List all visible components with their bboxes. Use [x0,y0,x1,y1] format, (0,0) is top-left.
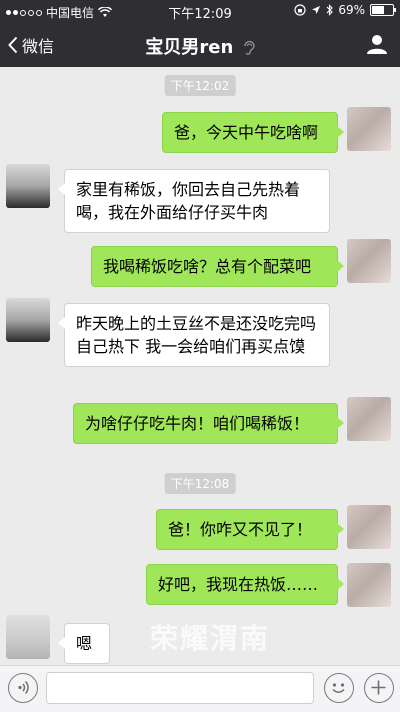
message-bubble-received[interactable]: 昨天晚上的土豆丝不是还没吃完吗 自己热下 我一会给咱们再买点馍 [58,303,330,367]
profile-button[interactable] [366,33,388,59]
timestamp: 下午12:08 [164,473,236,494]
more-options-button[interactable] [364,673,394,703]
chat-title-text: 宝贝男ren [145,37,234,58]
rotation-lock-icon [294,4,306,16]
emoji-button[interactable] [324,673,354,703]
bluetooth-icon [326,4,334,16]
message-bubble-sent[interactable]: 爸！你咋又不见了！ [156,509,344,550]
ear-icon [243,40,255,55]
message-list[interactable]: 下午12:02 爸，今天中午吃啥啊 家里有稀饭，你回去自己先热着喝，我在外面给仔… [0,67,400,665]
timestamp: 下午12:02 [164,75,236,96]
voice-toggle-button[interactable] [8,673,38,703]
message-bubble-received[interactable]: 嗯 [58,623,110,664]
my-avatar[interactable] [347,397,391,441]
my-avatar[interactable] [347,239,391,283]
message-bubble-sent[interactable]: 爸，今天中午吃啥啊 [162,112,344,153]
plus-icon [371,680,386,695]
voice-icon [18,680,29,695]
input-bar [0,665,400,712]
battery-percent: 69% [338,3,365,17]
status-bar: 中国电信 下午12:09 69% [0,0,400,22]
contact-avatar[interactable] [6,298,50,342]
person-icon [367,35,387,54]
message-input[interactable] [46,672,314,704]
smiley-icon [332,683,345,693]
watermark: 荣耀渭南 [150,622,271,655]
chat-title: 宝贝男ren [0,33,400,59]
my-avatar[interactable] [347,563,391,607]
my-avatar[interactable] [347,505,391,549]
my-avatar[interactable] [347,107,391,151]
contact-avatar[interactable] [6,615,50,659]
battery-icon [370,4,396,16]
contact-avatar[interactable] [6,164,50,208]
message-bubble-sent[interactable]: 我喝稀饭吃啥？总有个配菜吧 [91,246,344,287]
message-bubble-sent[interactable]: 为啥仔仔吃牛肉！咱们喝稀饭！ [73,403,344,444]
nav-bar: 微信 宝贝男ren [0,22,400,67]
location-icon [312,6,321,14]
message-bubble-sent[interactable]: 好吧，我现在热饭…… [146,564,344,605]
message-bubble-received[interactable]: 家里有稀饭，你回去自己先热着喝，我在外面给仔仔买牛肉 [58,169,330,233]
